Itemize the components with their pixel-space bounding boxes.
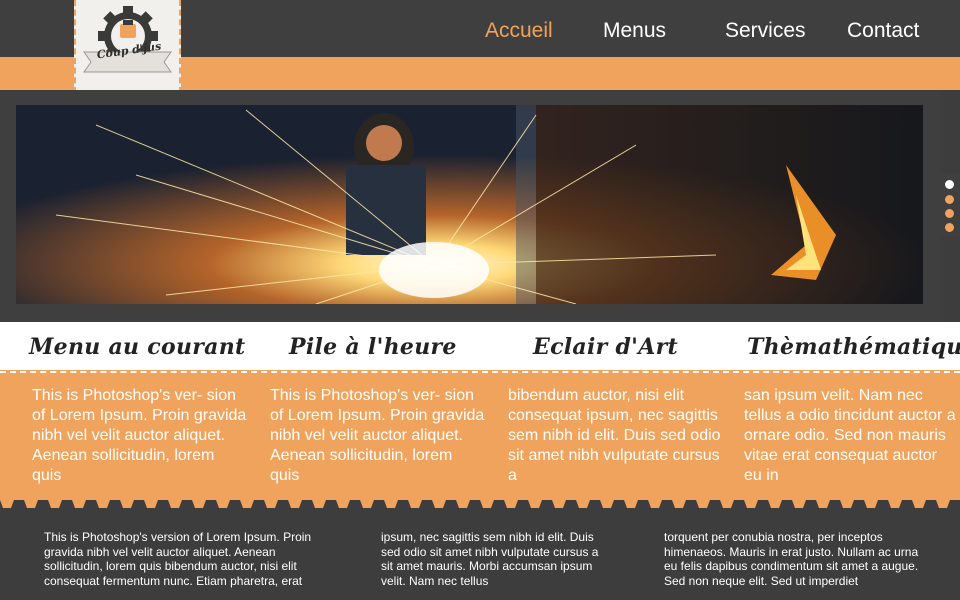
feature-text: bibendum auctor, nisi elit consequat ips… [508, 387, 721, 484]
feature-title[interactable]: Eclair d'Art [533, 334, 678, 360]
footer-text: This is Photoshop's version of Lorem Ips… [44, 530, 312, 588]
feature-text: This is Photoshop's ver- sion of Lorem I… [270, 387, 485, 484]
nav-services[interactable]: Services [725, 19, 806, 43]
feature-title[interactable]: Thèmathématique [747, 334, 960, 360]
nav-menus[interactable]: Menus [603, 19, 666, 43]
features-heading-bar: Menu au courant Pile à l'heure Eclair d'… [0, 322, 960, 370]
gear-divider [0, 500, 960, 522]
nav-accueil[interactable]: Accueil [485, 19, 553, 43]
nav-contact[interactable]: Contact [847, 19, 919, 43]
slide-image [16, 105, 923, 304]
feature-title[interactable]: Pile à l'heure [289, 334, 457, 360]
feature-text: This is Photoshop's ver- sion of Lorem I… [32, 387, 247, 484]
slider-dot-2[interactable] [945, 195, 954, 204]
footer-text: torquent per conubia nostra, per incepto… [664, 530, 919, 588]
feature-text: san ipsum velit. Nam nec tellus a odio t… [744, 387, 956, 484]
slider-dot-1[interactable] [945, 180, 954, 189]
slider-dot-4[interactable] [945, 223, 954, 232]
feature-title[interactable]: Menu au courant [29, 334, 245, 360]
dashed-divider [0, 371, 960, 373]
logo[interactable]: Coup d'jus [74, 0, 181, 93]
slider-dot-3[interactable] [945, 209, 954, 218]
footer-text: ipsum, nec sagittis sem nibh id elit. Du… [381, 530, 599, 588]
